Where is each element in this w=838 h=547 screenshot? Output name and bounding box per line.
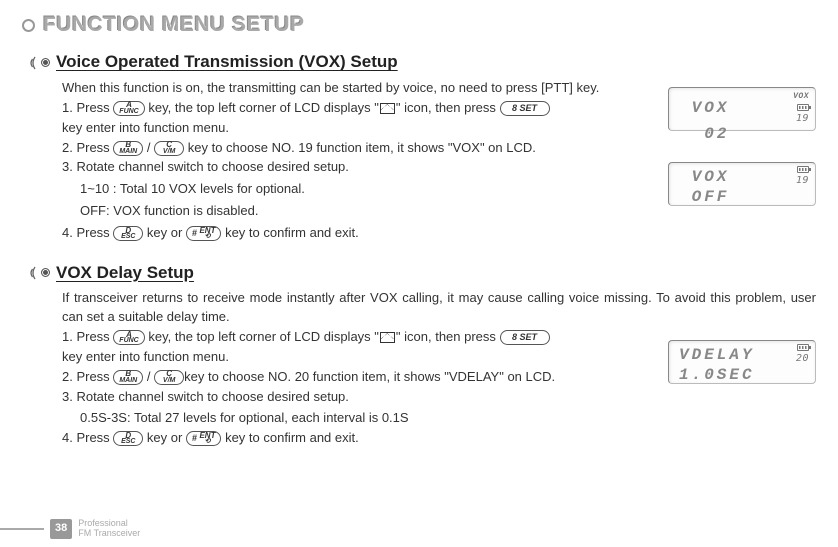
lcd-vdelay: VDELAY 20 1.0SEC [668, 340, 816, 384]
heading-text: VOX Delay Setup [56, 261, 194, 286]
page-title: FUNCTION MENU SETUP [22, 10, 816, 40]
key-b-main: BMAIN [113, 141, 143, 156]
lcd-line: 02 [679, 126, 809, 143]
step-4: 4. Press DESC key or # ENT⟲ key to confi… [62, 429, 816, 448]
key-hash-ent: # ENT⟲ [186, 431, 222, 446]
page-footer: 38 Professional FM Transceiver [0, 519, 140, 539]
battery-icon [797, 166, 809, 173]
step-4: 4. Press DESC key or # ENT⟲ key to confi… [62, 224, 816, 243]
footer-text: Professional FM Transceiver [78, 519, 140, 539]
broadcast-icon [32, 55, 50, 71]
key-a-func: AFUNC [113, 330, 144, 345]
key-8-set: 8 SET [500, 330, 550, 345]
heading-text: Voice Operated Transmission (VOX) Setup [56, 50, 398, 75]
key-d-esc: DESC [113, 431, 143, 446]
channel-number: 19 [796, 112, 809, 127]
footer-rule [0, 528, 44, 530]
section-heading: Voice Operated Transmission (VOX) Setup [32, 50, 816, 75]
page-number: 38 [50, 519, 72, 539]
section-vox-setup: Voice Operated Transmission (VOX) Setup … [32, 50, 816, 242]
section-heading: VOX Delay Setup [32, 261, 816, 286]
key-a-func: AFUNC [113, 101, 144, 116]
key-hash-ent: # ENT⟲ [186, 226, 222, 241]
lcd-vox-on: VOX VOX 19 02 [668, 87, 816, 131]
envelope-icon [380, 103, 395, 114]
lcd-line: 1.0SEC [679, 367, 809, 384]
key-8-set: 8 SET [500, 101, 550, 116]
channel-number: 20 [796, 352, 809, 367]
key-b-main: BMAIN [113, 370, 143, 385]
battery-icon [797, 344, 809, 351]
lcd-line: VDELAY [679, 347, 755, 364]
annunciator-vox: VOX [793, 91, 809, 103]
envelope-icon [380, 332, 395, 343]
intro-text: If transceiver returns to receive mode i… [62, 289, 816, 327]
channel-number: 19 [796, 174, 809, 189]
broadcast-icon [32, 265, 50, 281]
step-3-opt1: 0.5S-3S: Total 27 levels for optional, e… [80, 409, 816, 428]
lcd-line: VOX [679, 169, 729, 186]
battery-icon [797, 104, 809, 111]
key-c-vm: CV/M [154, 370, 184, 385]
key-d-esc: DESC [113, 226, 143, 241]
lcd-line: VOX [679, 100, 729, 117]
key-c-vm: CV/M [154, 141, 184, 156]
lcd-line: OFF [679, 189, 809, 206]
lcd-vox-off: VOX 19 OFF [668, 162, 816, 206]
step-3: 3. Rotate channel switch to choose desir… [62, 388, 816, 407]
